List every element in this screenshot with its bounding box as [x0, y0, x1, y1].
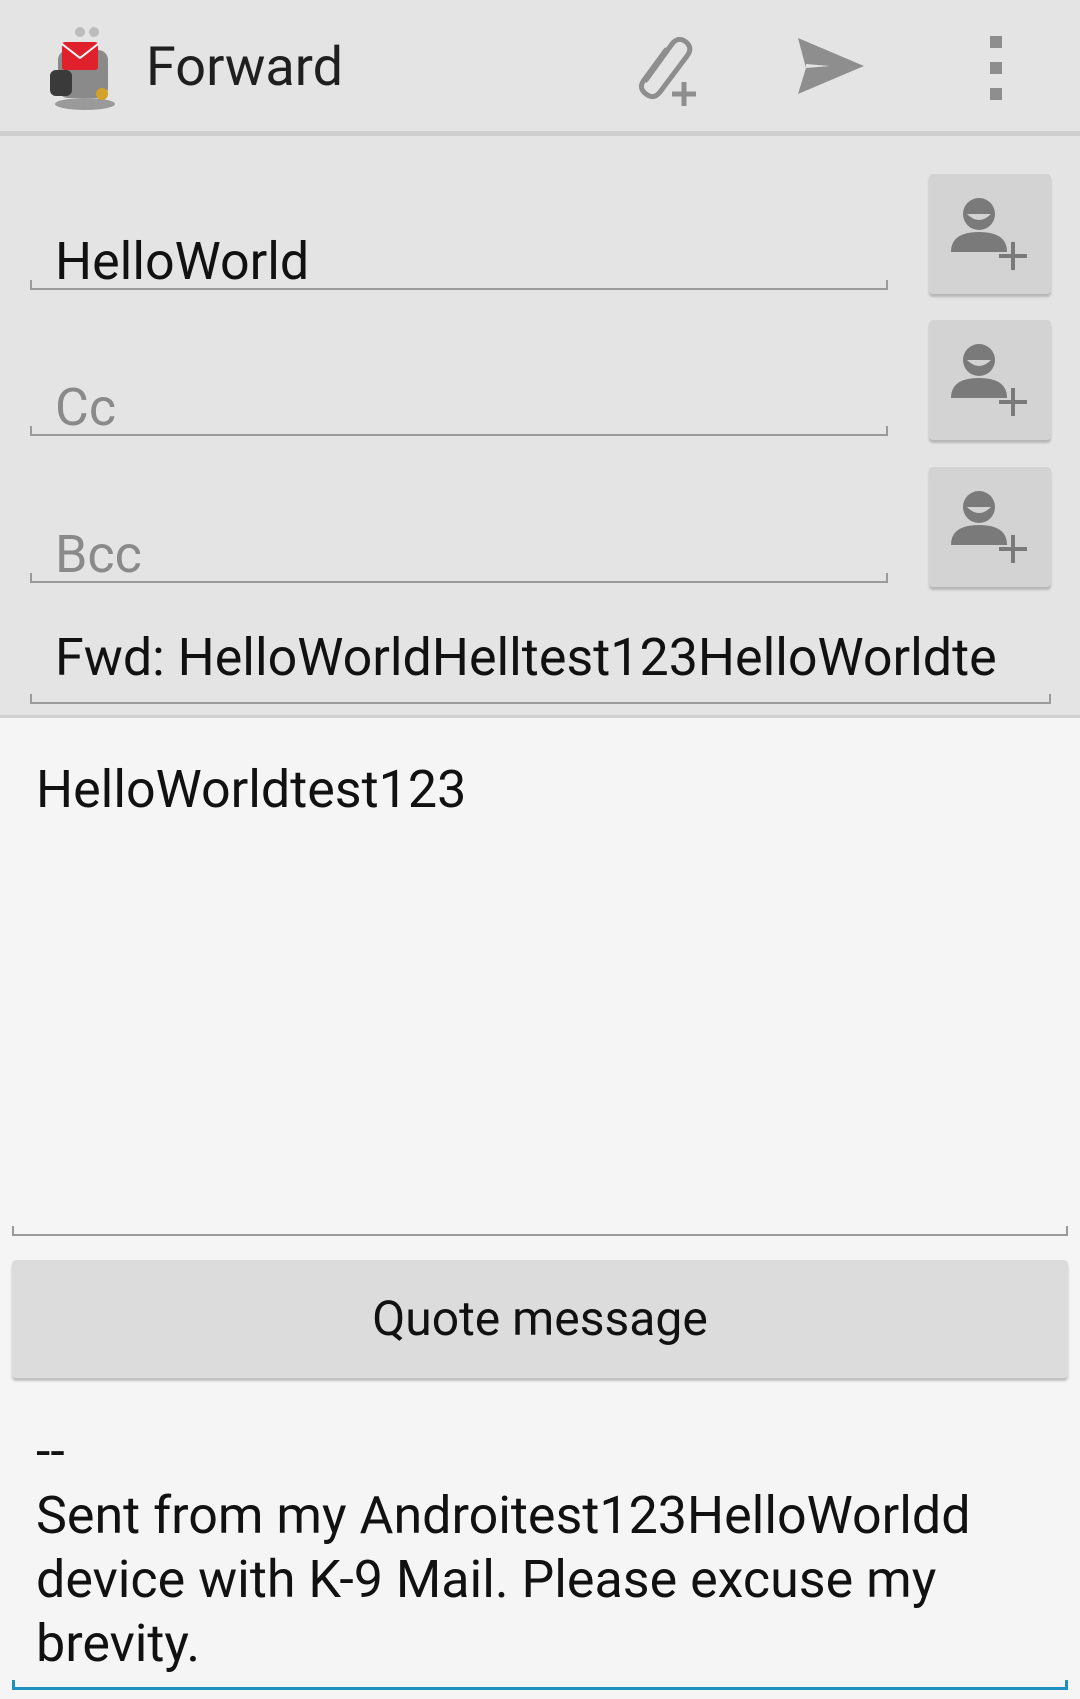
add-to-contact-button[interactable]	[929, 174, 1051, 294]
add-contact-icon	[951, 198, 1027, 270]
cc-field[interactable]: Cc	[30, 326, 888, 438]
bcc-field-underline	[30, 573, 888, 583]
subject-field[interactable]: Fwd: HelloWorldHelltest123HelloWorldte	[30, 610, 1051, 704]
subject-field-underline	[30, 694, 1051, 704]
message-body-underline	[12, 1226, 1068, 1236]
k9-mail-app-icon[interactable]	[40, 22, 130, 112]
message-body-text: HelloWorldtest123	[36, 759, 467, 820]
action-bar: Forward	[0, 0, 1080, 136]
message-body-field[interactable]: HelloWorldtest123	[12, 718, 1068, 1236]
signature-text: -- Sent from my Androitest123HelloWorldd…	[36, 1421, 971, 1674]
overflow-menu-button[interactable]	[952, 28, 1042, 108]
add-cc-contact-button[interactable]	[929, 320, 1051, 440]
bcc-field[interactable]: Bcc	[30, 473, 888, 585]
screen-title: Forward	[146, 36, 344, 99]
add-contact-icon	[951, 344, 1027, 416]
add-contact-icon	[951, 491, 1027, 563]
signature-field[interactable]: -- Sent from my Androitest123HelloWorldd…	[12, 1420, 1068, 1690]
quote-message-button[interactable]: Quote message	[12, 1260, 1068, 1378]
subject-field-value: Fwd: HelloWorldHelltest123HelloWorldte	[55, 628, 997, 688]
overflow-menu-icon	[990, 36, 1002, 100]
signature-focused-underline	[12, 1680, 1068, 1690]
add-bcc-contact-button[interactable]	[929, 467, 1051, 587]
send-button[interactable]	[786, 28, 876, 108]
to-field[interactable]: HelloWorld	[30, 180, 888, 292]
send-icon	[798, 38, 864, 94]
cc-field-underline	[30, 426, 888, 436]
attach-icon	[638, 36, 696, 106]
attach-button[interactable]	[616, 28, 706, 108]
to-field-underline	[30, 280, 888, 290]
